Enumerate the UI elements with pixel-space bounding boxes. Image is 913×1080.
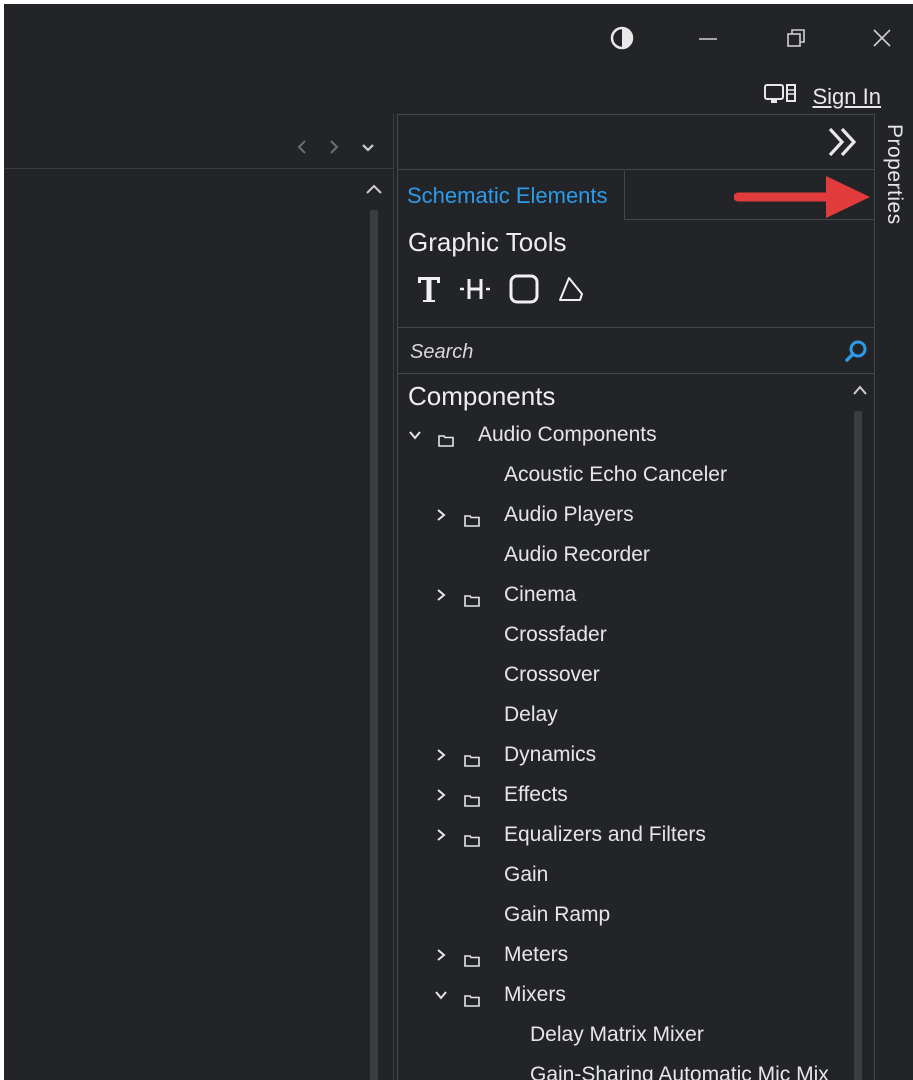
theme-toggle-icon[interactable]	[608, 24, 636, 52]
chevron-right-icon[interactable]	[434, 508, 448, 522]
minimize-button[interactable]	[694, 24, 722, 52]
tree-item-label: Gain	[504, 863, 549, 886]
tree-item[interactable]: Crossfader	[398, 615, 848, 655]
components-title: Components	[408, 381, 556, 411]
properties-label: Properties	[883, 124, 906, 225]
tree-folder[interactable]: Mixers	[398, 975, 848, 1015]
tree-item-label: Gain Ramp	[504, 903, 611, 926]
tree-item-label: Meters	[504, 943, 569, 966]
tree-item-label: Mixers	[504, 983, 566, 1006]
document-tab-divider	[4, 168, 394, 169]
tree-item[interactable]: Audio Recorder	[398, 535, 848, 575]
components-scrollbar[interactable]	[854, 411, 862, 1080]
restore-button[interactable]	[782, 24, 810, 52]
chevron-down-icon[interactable]	[360, 141, 376, 159]
folder-icon	[464, 989, 480, 1007]
search-box	[398, 328, 874, 374]
rectangle-tool-icon[interactable]	[508, 273, 540, 310]
chevron-right-icon[interactable]	[434, 828, 448, 842]
chevron-left-icon[interactable]	[296, 138, 308, 161]
scroll-up-icon[interactable]	[851, 383, 869, 402]
tree-item[interactable]: Gain Ramp	[398, 895, 848, 935]
components-tree: Audio Components Acoustic Echo Canceler Au…	[398, 415, 848, 1080]
tab-schematic-elements-label: Schematic Elements	[407, 183, 608, 208]
folder-icon	[464, 829, 480, 847]
chevron-down-icon[interactable]	[434, 988, 448, 1002]
tree-item-label: Delay	[504, 703, 558, 726]
schematic-elements-panel: Schematic Elements Graphic Tools Search …	[397, 114, 875, 1080]
tree-item[interactable]: Gain-Sharing Automatic Mic Mix	[398, 1055, 848, 1080]
tree-folder[interactable]: Effects	[398, 775, 848, 815]
graphic-tools-toolbar	[416, 273, 586, 310]
tree-item-label: Crossfader	[504, 623, 607, 646]
folder-icon	[464, 949, 480, 967]
app-window: Sign In Schematic Elements Graphic Tools…	[4, 4, 913, 1080]
tree-folder[interactable]: Meters	[398, 935, 848, 975]
tree-item-label: Gain-Sharing Automatic Mic Mix	[530, 1063, 829, 1080]
folder-icon	[464, 509, 480, 527]
tree-item[interactable]: Crossover	[398, 655, 848, 695]
chevron-right-icon[interactable]	[328, 138, 340, 161]
folder-icon	[464, 789, 480, 807]
tree-folder[interactable]: Dynamics	[398, 735, 848, 775]
tree-item-label: Acoustic Echo Canceler	[504, 463, 727, 486]
tree-item-label: Audio Components	[478, 423, 657, 446]
search-input[interactable]	[408, 338, 832, 366]
sign-in-link[interactable]: Sign In	[813, 84, 882, 110]
net-label-tool-icon[interactable]	[458, 274, 492, 309]
document-scrollbar[interactable]	[370, 210, 378, 1080]
close-button[interactable]	[868, 24, 896, 52]
panel-header	[398, 115, 874, 170]
search-icon[interactable]	[844, 339, 868, 368]
tree-folder[interactable]: Audio Components	[398, 415, 848, 455]
chevron-right-icon[interactable]	[434, 748, 448, 762]
tree-item-label: Dynamics	[504, 743, 597, 766]
graphic-tools-title: Graphic Tools	[408, 227, 567, 257]
tree-item[interactable]: Delay Matrix Mixer	[398, 1015, 848, 1055]
text-tool-icon[interactable]	[416, 274, 442, 309]
tab-nav-controls	[296, 138, 376, 161]
chevron-down-icon[interactable]	[408, 428, 422, 442]
tree-item[interactable]: Acoustic Echo Canceler	[398, 455, 848, 495]
folder-icon	[438, 429, 454, 447]
folder-icon	[464, 749, 480, 767]
tree-item-label: Delay Matrix Mixer	[530, 1023, 704, 1046]
chevron-right-icon[interactable]	[434, 948, 448, 962]
tree-folder[interactable]: Equalizers and Filters	[398, 815, 848, 855]
tree-item-label: Cinema	[504, 583, 577, 606]
tree-folder[interactable]: Audio Players	[398, 495, 848, 535]
properties-side-tab[interactable]: Properties	[882, 124, 913, 264]
annotation-arrow-icon	[733, 172, 874, 227]
tree-item[interactable]: Delay	[398, 695, 848, 735]
tree-folder[interactable]: Cinema	[398, 575, 848, 615]
signin-area: Sign In	[763, 82, 882, 111]
tree-item-label: Equalizers and Filters	[504, 823, 706, 846]
chevron-right-icon[interactable]	[434, 588, 448, 602]
device-icon[interactable]	[763, 82, 799, 111]
tree-item-label: Crossover	[504, 663, 600, 686]
chevron-right-icon[interactable]	[434, 788, 448, 802]
tree-item-label: Audio Recorder	[504, 543, 650, 566]
tree-item-label: Audio Players	[504, 503, 634, 526]
polygon-tool-icon[interactable]	[556, 274, 586, 309]
folder-icon	[464, 589, 480, 607]
document-border	[393, 114, 394, 1080]
scroll-up-icon[interactable]	[364, 182, 384, 201]
tab-schematic-elements[interactable]: Schematic Elements	[398, 171, 625, 219]
tree-item[interactable]: Gain	[398, 855, 848, 895]
collapse-panel-icon[interactable]	[824, 125, 864, 164]
tree-item-label: Effects	[504, 783, 568, 806]
